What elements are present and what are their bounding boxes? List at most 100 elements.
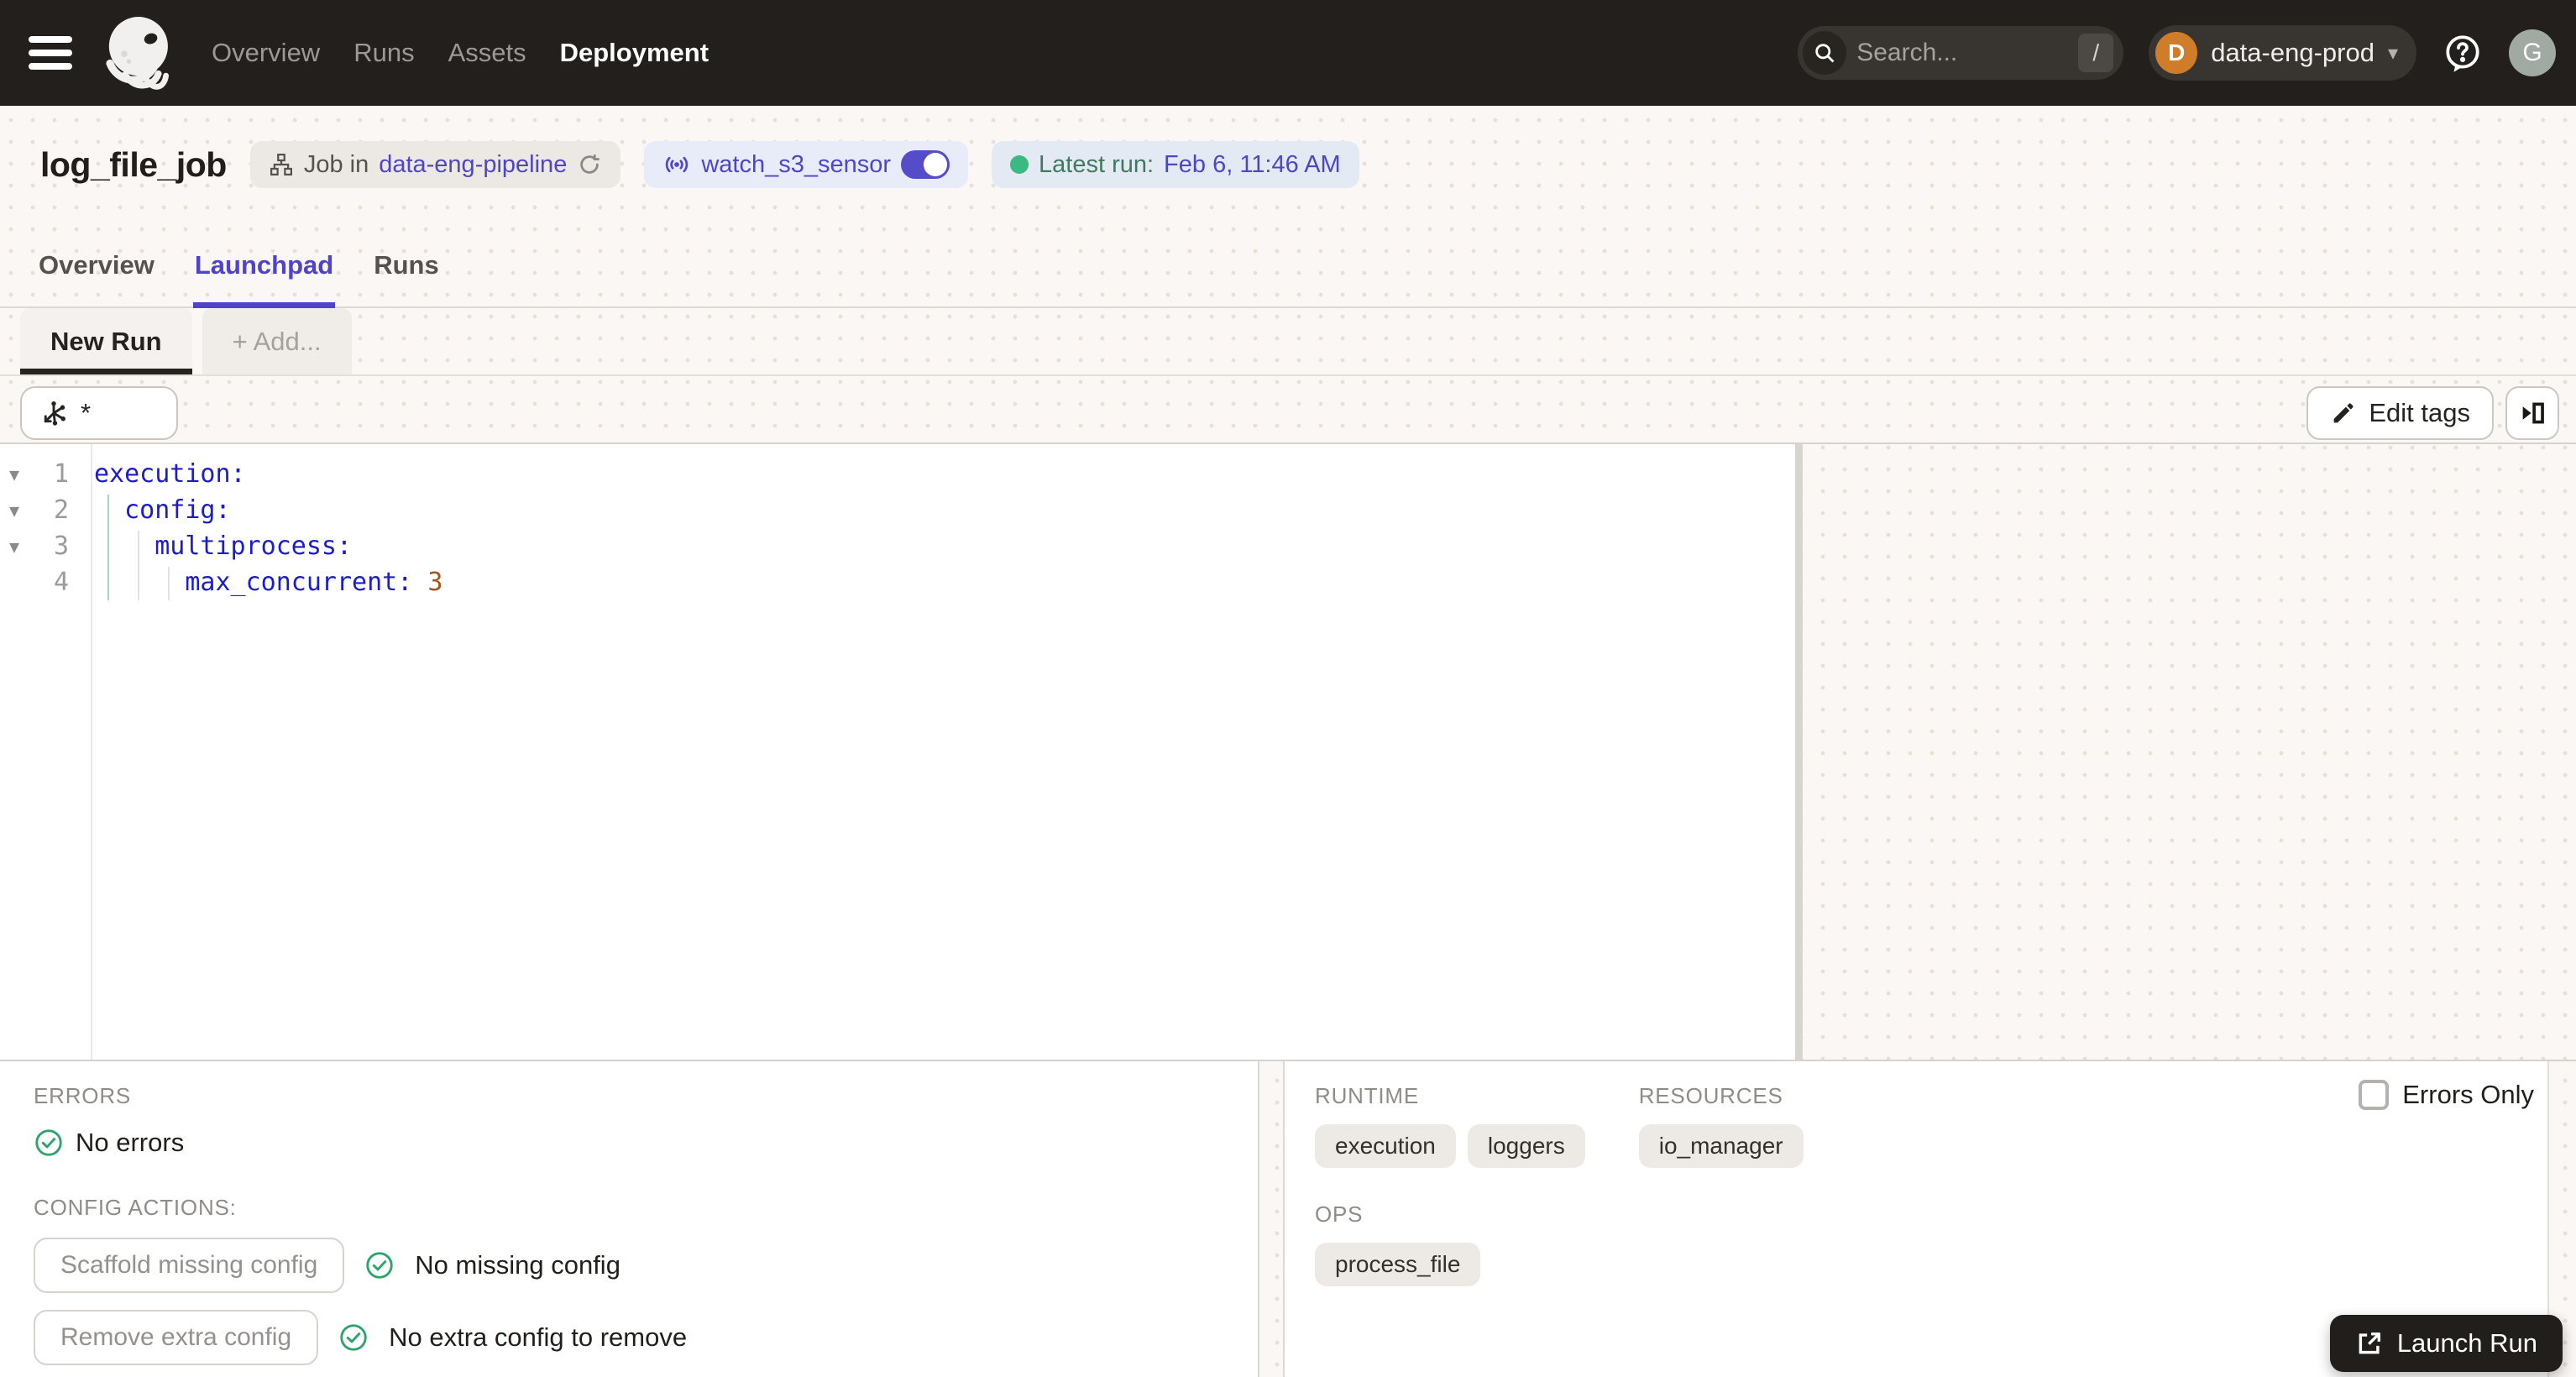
resources-heading: RESOURCES — [1638, 1083, 1783, 1108]
bottom-panel: ERRORS No errors CONFIG ACTIONS: Scaffol… — [0, 1060, 2576, 1377]
code-line: ▼ 1 execution: — [0, 456, 1788, 492]
config-actions-heading: CONFIG ACTIONS: — [34, 1195, 237, 1220]
job-graph-icon — [270, 154, 292, 175]
yaml-key: config: — [94, 495, 231, 525]
yaml-code[interactable]: ▼ 1 execution: ▼ 2 config: ▼ 3 multiproc… — [0, 456, 1788, 600]
pencil-icon — [2334, 403, 2353, 423]
help-icon[interactable] — [2442, 32, 2484, 74]
op-selection-icon — [44, 401, 65, 426]
errors-panel: ERRORS No errors CONFIG ACTIONS: Scaffol… — [0, 1061, 1259, 1377]
job-badge: Job in data-eng-pipeline — [249, 141, 621, 188]
code-line: ▼ 3 multiprocess: — [0, 528, 1788, 564]
edit-tags-button[interactable]: Edit tags — [2306, 386, 2494, 440]
top-nav: Overview Runs Assets Deployment / D data… — [0, 0, 2576, 106]
code-line: ▼ 2 config: — [0, 492, 1788, 528]
launch-icon — [2359, 1332, 2380, 1354]
errors-only-label: Errors Only — [2402, 1080, 2534, 1109]
nav-item-assets[interactable]: Assets — [448, 38, 526, 68]
ops-section: OPS process_file — [1315, 1202, 2514, 1286]
errors-heading: ERRORS — [34, 1083, 132, 1108]
sensor-toggle[interactable] — [901, 150, 950, 179]
fold-arrow-icon[interactable]: ▼ — [0, 500, 29, 521]
dagster-logo-icon[interactable] — [96, 9, 183, 97]
nav-item-runs[interactable]: Runs — [353, 38, 414, 68]
job-badge-prefix: Job in — [303, 150, 369, 178]
errors-only-checkbox[interactable] — [2359, 1080, 2390, 1110]
user-avatar[interactable]: G — [2509, 29, 2556, 76]
split-panel-icon — [2522, 402, 2544, 424]
launchpad-toolbar: * Edit tags — [0, 376, 2576, 442]
nav-links: Overview Runs Assets Deployment — [212, 38, 709, 68]
latest-run-badge: Latest run: Feb 6, 11:46 AM — [992, 141, 1359, 188]
launchpad-config-tabs: New Run + Add... — [0, 308, 2576, 376]
ops-heading: OPS — [1315, 1202, 1364, 1227]
nav-right: / D data-eng-prod ▾ G — [1798, 25, 2556, 81]
op-selection-value: * — [81, 398, 92, 427]
scaffold-missing-config-button[interactable]: Scaffold missing config — [34, 1238, 345, 1293]
editor-panel-divider[interactable] — [1795, 444, 1803, 1060]
line-number: 4 — [53, 568, 69, 597]
split-panel-button[interactable] — [2505, 386, 2559, 440]
config-tab-add[interactable]: + Add... — [202, 308, 352, 374]
repo-link[interactable]: data-eng-pipeline — [379, 151, 567, 179]
yaml-key: execution: — [94, 459, 246, 489]
page-header: log_file_job Job in data-eng-pipeline wa… — [0, 106, 2576, 223]
search-icon — [1803, 31, 1847, 75]
check-circle-icon — [340, 1324, 367, 1351]
config-tab-new-run[interactable]: New Run — [20, 308, 192, 374]
line-number: 1 — [53, 459, 69, 489]
nav-item-overview[interactable]: Overview — [212, 38, 320, 68]
no-extra-config-text: No extra config to remove — [389, 1322, 688, 1352]
deployment-name: data-eng-prod — [2211, 38, 2374, 67]
search-input[interactable] — [1846, 39, 2079, 67]
tab-overview[interactable]: Overview — [37, 223, 156, 306]
code-line: 4 max_concurrent: 3 — [0, 564, 1788, 600]
indent-guide — [168, 567, 170, 600]
fold-arrow-icon[interactable]: ▼ — [0, 537, 29, 557]
hamburger-menu-icon[interactable] — [29, 36, 72, 70]
op-tag[interactable]: process_file — [1315, 1243, 1481, 1286]
line-number: 3 — [53, 531, 69, 561]
check-circle-icon — [35, 1129, 62, 1156]
indent-guide — [138, 531, 139, 600]
run-status-dot — [1010, 155, 1029, 174]
resource-tag[interactable]: io_manager — [1638, 1124, 1804, 1168]
reload-icon[interactable] — [577, 152, 602, 177]
errors-only-control: Errors Only — [2359, 1080, 2534, 1110]
tab-runs[interactable]: Runs — [372, 223, 441, 306]
line-number: 2 — [53, 495, 69, 525]
nav-item-deployment[interactable]: Deployment — [560, 38, 709, 68]
sensor-badge: watch_s3_sensor — [644, 141, 969, 188]
op-selection-input[interactable]: * — [20, 386, 178, 440]
launch-run-button[interactable]: Launch Run — [2329, 1315, 2563, 1372]
yaml-key: multiprocess: — [94, 531, 353, 561]
deployment-avatar: D — [2155, 32, 2198, 74]
sensor-icon — [666, 156, 689, 173]
job-tabs: Overview Launchpad Runs — [0, 223, 2576, 308]
runtime-tag[interactable]: execution — [1315, 1124, 1456, 1168]
config-editor: ▼ 1 execution: ▼ 2 config: ▼ 3 multiproc… — [0, 442, 2576, 1060]
edit-tags-label: Edit tags — [2369, 398, 2470, 427]
no-errors-text: No errors — [76, 1128, 185, 1157]
resources-section: RESOURCES io_manager — [1638, 1083, 1804, 1168]
yaml-value: 3 — [427, 568, 443, 597]
remove-extra-config-button[interactable]: Remove extra config — [34, 1310, 319, 1365]
runtime-tag[interactable]: loggers — [1467, 1124, 1585, 1168]
runtime-heading: RUNTIME — [1315, 1083, 1420, 1108]
search-shortcut-key: / — [2078, 34, 2114, 72]
latest-run-label: Latest run: — [1039, 150, 1154, 178]
check-circle-icon — [366, 1252, 393, 1279]
indent-guide — [107, 495, 109, 600]
latest-run-link[interactable]: Feb 6, 11:46 AM — [1164, 151, 1341, 179]
sensor-link[interactable]: watch_s3_sensor — [701, 151, 891, 179]
chevron-down-icon: ▾ — [2387, 41, 2398, 65]
deployment-switcher[interactable]: D data-eng-prod ▾ — [2149, 25, 2416, 81]
launch-run-label: Launch Run — [2396, 1328, 2537, 1358]
page-title: log_file_job — [40, 144, 227, 184]
search-box[interactable]: / — [1798, 26, 2124, 80]
yaml-key: max_concurrent: — [94, 568, 428, 597]
toolbar-right: Edit tags — [2306, 386, 2559, 440]
tab-launchpad[interactable]: Launchpad — [192, 223, 336, 308]
fold-arrow-icon[interactable]: ▼ — [0, 464, 29, 484]
config-editor-pane[interactable]: ▼ 1 execution: ▼ 2 config: ▼ 3 multiproc… — [0, 444, 1795, 1060]
